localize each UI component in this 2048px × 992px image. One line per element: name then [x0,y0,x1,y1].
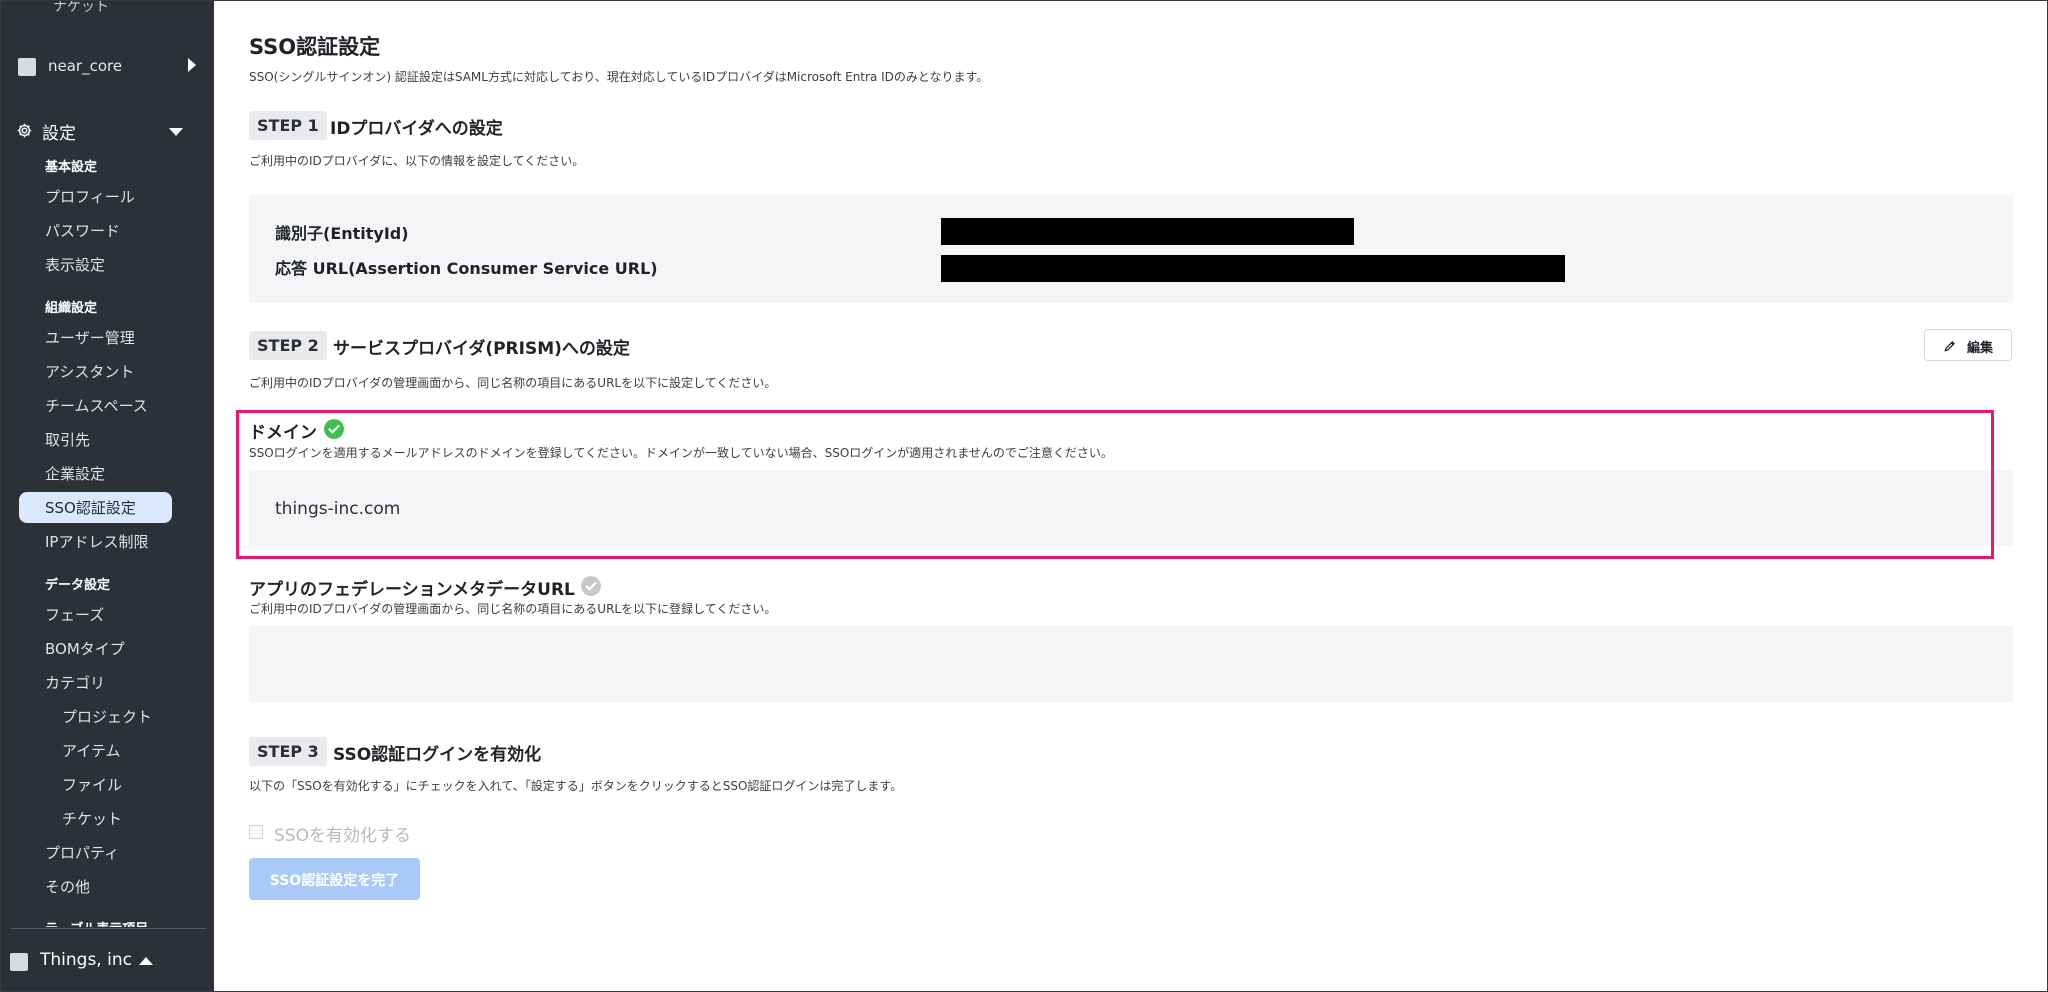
complete-sso-button[interactable]: SSO認証設定を完了 [249,858,420,900]
sidebar-item-ticket-top[interactable]: ナケット [53,1,109,16]
step1-description: ご利用中のIDプロバイダに、以下の情報を設定してください。 [249,154,585,168]
sidebar-item-category[interactable]: カテゴリ [45,672,105,693]
edit-button[interactable]: 編集 [1924,329,2012,361]
project-avatar [18,58,36,76]
check-circle-gray-icon [581,576,601,596]
entity-id-value-redacted [941,218,1354,245]
caret-right-icon [188,58,196,72]
sidebar-item-bom-type[interactable]: BOMタイプ [45,638,125,659]
sidebar-item-password[interactable]: パスワード [45,220,120,241]
org-avatar [10,953,28,971]
sidebar-section-org: 組織設定 [45,301,98,316]
app-window: ナケット near_core 設定 基本設定 プロフィール パスワード 表示設定… [0,0,2048,992]
step1-title: IDプロバイダへの設定 [330,119,503,139]
org-switcher[interactable]: Things, inc [10,949,200,975]
page-title: SSO認証設定 [249,35,381,59]
acs-url-label: 応答 URL(Assertion Consumer Service URL) [275,259,658,278]
sidebar-item-category-project[interactable]: プロジェクト [62,706,152,727]
pencil-icon [1944,341,1955,352]
sidebar-item-users[interactable]: ユーザー管理 [45,327,135,348]
sidebar-item-company[interactable]: 企業設定 [45,463,105,484]
step1-tag: STEP 1 [249,111,327,140]
sidebar: ナケット near_core 設定 基本設定 プロフィール パスワード 表示設定… [1,1,214,991]
gear-icon [17,123,32,138]
sidebar-divider [11,928,206,929]
metadata-url-title: アプリのフェデレーションメタデータURL [249,580,575,600]
sidebar-item-teamspace[interactable]: チームスペース [45,395,148,416]
project-switcher[interactable]: near_core [18,54,208,80]
sidebar-item-category-file[interactable]: ファイル [62,774,122,795]
sidebar-item-category-item[interactable]: アイテム [62,740,121,761]
sidebar-item-phase[interactable]: フェーズ [45,604,104,625]
step3-tag: STEP 3 [249,737,327,766]
sidebar-section-table: テーブル表示項目 [45,917,148,927]
sidebar-item-display[interactable]: 表示設定 [45,254,105,275]
step2-description: ご利用中のIDプロバイダの管理画面から、同じ名称の項目にあるURLを以下に設定し… [249,376,777,390]
sidebar-item-property[interactable]: プロパティ [45,842,119,863]
enable-sso-label[interactable]: SSOを有効化する [274,821,411,846]
metadata-url-description: ご利用中のIDプロバイダの管理画面から、同じ名称の項目にあるURLを以下に登録し… [249,602,777,616]
sidebar-item-sso[interactable]: SSO認証設定 [45,497,136,518]
step2-title: サービスプロバイダ(PRISM)への設定 [333,339,630,359]
chevron-up-icon [139,957,153,965]
sidebar-item-category-ticket[interactable]: チケット [62,808,122,829]
settings-menu-toggle[interactable]: 設定 [16,117,186,145]
settings-label: 設定 [42,124,76,144]
page-description: SSO(シングルサインオン) 認証設定はSAML方式に対応しており、現在対応して… [249,70,989,84]
highlight-box [236,410,1994,559]
sidebar-item-partners[interactable]: 取引先 [45,429,90,450]
complete-sso-button-label: SSO認証設定を完了 [269,873,400,889]
sidebar-item-other[interactable]: その他 [45,876,90,897]
step3-title: SSO認証ログインを有効化 [333,745,542,765]
chevron-down-icon [169,128,183,136]
acs-url-value-redacted [941,255,1565,282]
enable-sso-checkbox[interactable] [249,825,263,839]
metadata-url-field[interactable] [249,626,2013,702]
sidebar-item-ip-restriction[interactable]: IPアドレス制限 [45,531,148,552]
org-name: Things, inc [40,950,132,970]
entity-id-label: 識別子(EntityId) [275,224,409,243]
edit-button-label: 編集 [1967,341,1994,356]
sidebar-item-profile[interactable]: プロフィール [45,186,135,207]
sp-info-box [249,195,2013,303]
project-name: near_core [48,57,123,75]
sidebar-section-data: データ設定 [45,578,111,593]
sidebar-item-assistant[interactable]: アシスタント [45,361,134,382]
step2-tag: STEP 2 [249,331,327,360]
sidebar-section-basic: 基本設定 [45,160,98,175]
step3-description: 以下の「SSOを有効化する」にチェックを入れて、「設定する」ボタンをクリックする… [249,779,903,793]
